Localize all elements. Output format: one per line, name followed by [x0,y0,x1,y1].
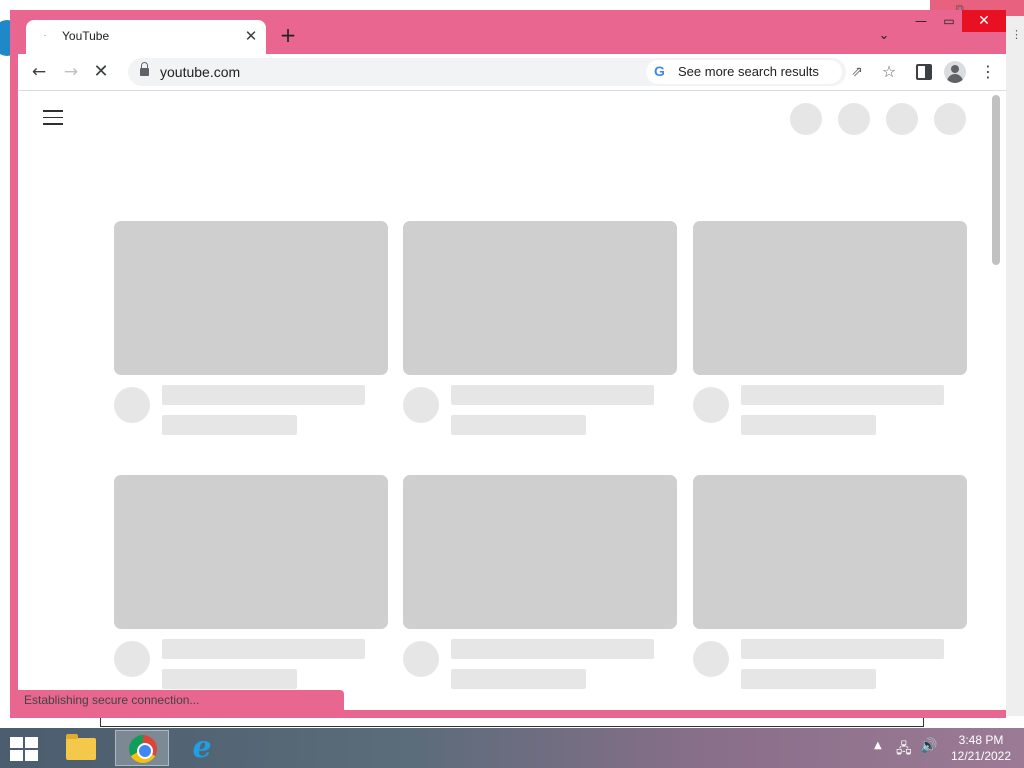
title-placeholder [451,385,654,405]
video-skeleton-card [114,221,388,437]
title-placeholder [162,385,365,405]
show-hidden-icons-icon[interactable]: ▲ [874,740,882,751]
title-placeholder [741,385,944,405]
address-bar[interactable]: youtube.com G See more search results [128,58,846,86]
meta-placeholder [162,415,297,435]
stop-loading-icon[interactable]: ✕ [88,59,114,85]
forward-arrow-icon[interactable]: → [58,59,84,85]
video-skeleton-card [693,221,967,437]
background-menu-icon: ⋮ [1011,28,1022,41]
hamburger-menu-icon[interactable] [43,110,63,126]
thumbnail-placeholder [693,475,967,629]
meta-placeholder [162,669,297,689]
network-icon[interactable]: 🖧 [896,738,912,762]
taskbar-internet-explorer[interactable]: e [175,730,229,766]
taskbar-file-explorer[interactable] [54,730,108,766]
meta-placeholder [741,669,876,689]
folder-icon [66,734,96,760]
meta-placeholder [741,415,876,435]
thumbnail-placeholder [403,221,677,375]
thumbnail-placeholder [114,475,388,629]
title-placeholder [162,639,365,659]
thumbnail-placeholder [114,221,388,375]
channel-avatar-placeholder [114,641,150,677]
header-placeholder-circle [886,103,918,135]
tab-search-chevron-down-icon[interactable]: ⌄ [874,26,894,46]
tab-title: YouTube [62,29,110,43]
meta-placeholder [451,415,586,435]
maximize-button[interactable]: ▭ [935,10,963,32]
search-chip-label: See more search results [678,64,819,79]
clock-date: 12/21/2022 [950,749,1012,763]
vertical-scrollbar[interactable] [992,95,1000,265]
channel-avatar-placeholder [693,387,729,423]
channel-avatar-placeholder [403,641,439,677]
title-placeholder [451,639,654,659]
url-text[interactable]: youtube.com [160,64,240,80]
lock-icon[interactable] [140,62,149,77]
thumbnail-placeholder [403,475,677,629]
meta-placeholder [451,669,586,689]
page-content [18,90,1006,710]
new-tab-button[interactable]: + [276,24,300,48]
thumbnail-placeholder [693,221,967,375]
channel-avatar-placeholder [693,641,729,677]
start-button-windows-icon[interactable] [6,734,40,762]
header-placeholder-circle [934,103,966,135]
internet-explorer-icon: e [192,730,212,765]
chrome-icon [129,735,157,763]
title-placeholder [741,639,944,659]
volume-icon[interactable]: 🔊 [920,738,937,754]
taskbar-chrome[interactable] [115,730,169,766]
see-more-search-results-chip[interactable]: G See more search results [646,60,842,84]
more-menu-icon[interactable]: ⋮ [978,59,998,85]
status-bubble: Establishing secure connection... [18,690,344,710]
google-icon: G [654,63,665,79]
minimize-button[interactable]: — [907,10,935,32]
loading-favicon-icon: · [43,30,47,41]
header-placeholder-circle [838,103,870,135]
channel-avatar-placeholder [403,387,439,423]
video-skeleton-card [114,475,388,691]
channel-avatar-placeholder [114,387,150,423]
taskbar: e ▲ 🖧 🔊 3:48 PM 12/21/2022 [0,728,1024,768]
video-skeleton-card [693,475,967,691]
video-skeleton-card [403,475,677,691]
clock-time: 3:48 PM [958,733,1004,747]
tab-close-icon[interactable]: ✕ [242,27,260,45]
close-window-button[interactable]: ✕ [962,10,1006,32]
side-panel-icon[interactable] [916,64,932,80]
back-arrow-icon[interactable]: ← [26,59,52,85]
browser-window: — ▭ ✕ · YouTube ✕ + ⌄ ← → ✕ youtube.com … [10,10,1006,718]
background-window-outline [100,718,924,727]
bookmark-star-icon[interactable]: ☆ [876,59,902,85]
browser-toolbar: ← → ✕ youtube.com G See more search resu… [18,54,1006,90]
tab-youtube[interactable]: · YouTube ✕ [26,20,266,54]
share-icon[interactable]: ⇗ [844,59,870,85]
profile-avatar-icon[interactable] [944,61,966,83]
system-clock[interactable]: 3:48 PM 12/21/2022 [946,732,1016,764]
header-placeholder-circle [790,103,822,135]
background-window-edge [1006,16,1024,716]
video-skeleton-card [403,221,677,437]
